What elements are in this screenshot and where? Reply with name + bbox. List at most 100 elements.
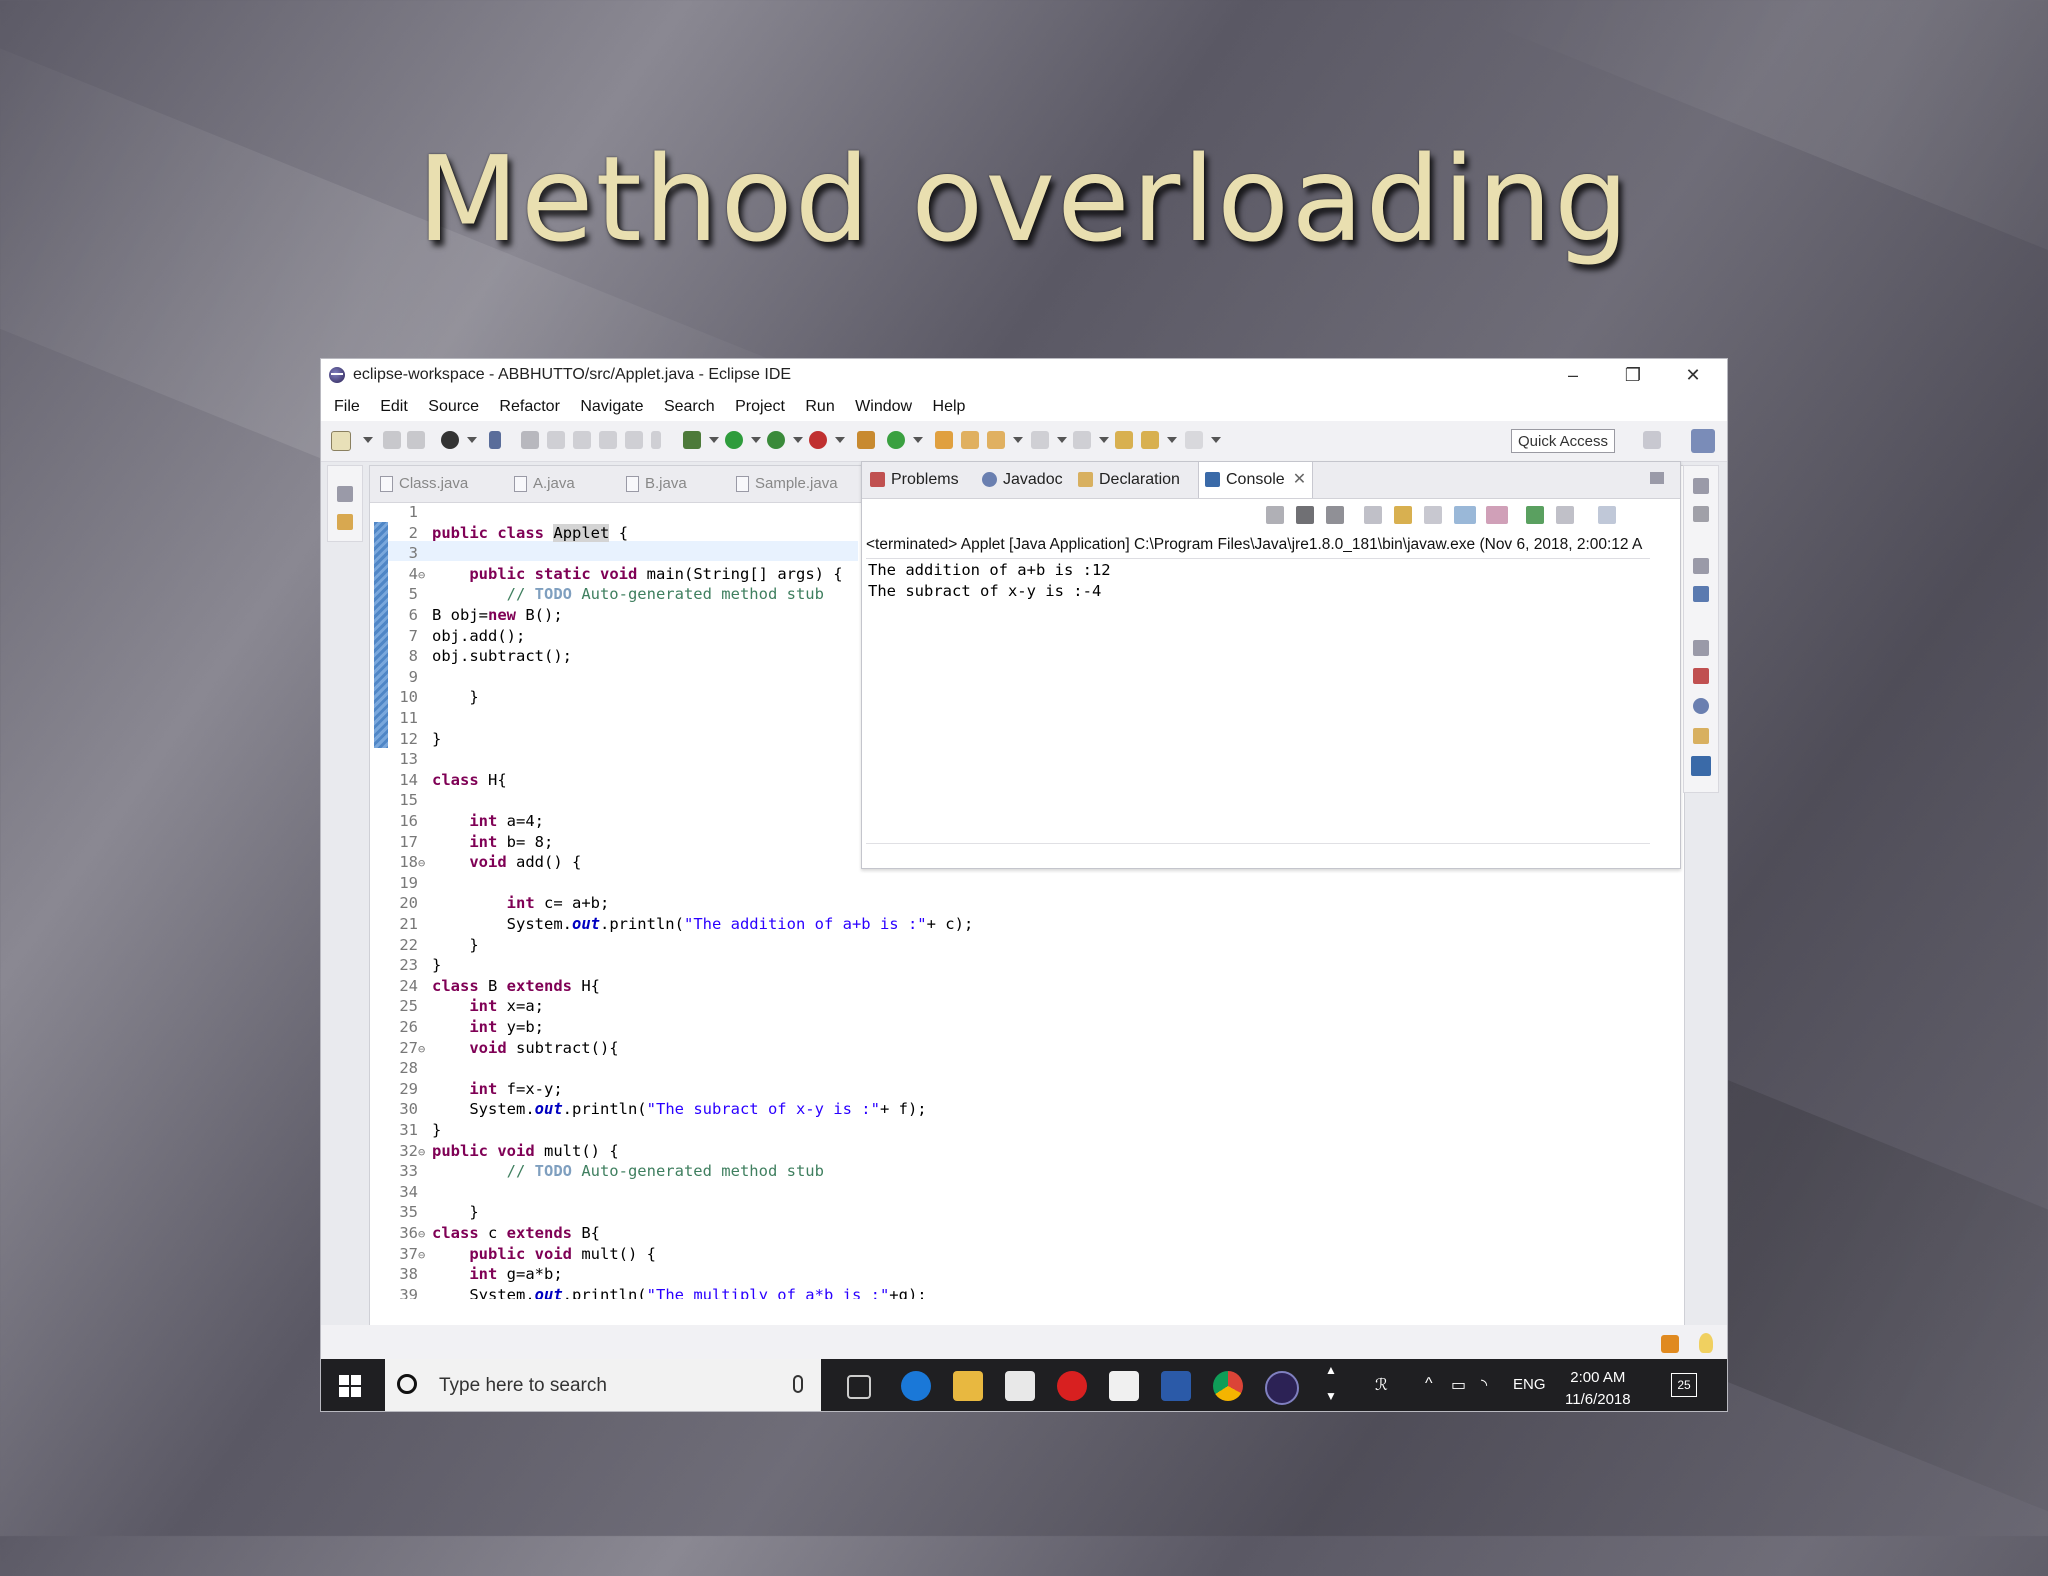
code-line[interactable]: 34: [388, 1183, 432, 1203]
menu-run[interactable]: Run: [802, 398, 837, 416]
code-line[interactable]: 32⊖ public void mult() {: [388, 1142, 618, 1162]
code-line[interactable]: 37⊖ public void mult() {: [388, 1245, 656, 1265]
console-icon[interactable]: [1691, 756, 1711, 776]
code-line[interactable]: 9: [388, 668, 432, 688]
menu-search[interactable]: Search: [661, 398, 718, 416]
code-line[interactable]: 2 public class Applet {: [388, 523, 628, 544]
code-line[interactable]: 6 B obj=new B();: [388, 606, 563, 626]
opera-icon[interactable]: [1057, 1371, 1087, 1401]
block-icon[interactable]: [599, 431, 617, 449]
lightbulb-icon[interactable]: [1699, 1333, 1713, 1353]
fold-toggle-icon[interactable]: ⊖: [418, 856, 432, 870]
code-line[interactable]: 36⊖ class c extends B{: [388, 1224, 600, 1244]
external-tools-icon[interactable]: [809, 431, 827, 449]
annotation-icon[interactable]: [521, 431, 539, 449]
restore-icon[interactable]: [1693, 640, 1709, 656]
chevron-down-icon[interactable]: [793, 437, 803, 443]
code-line[interactable]: 13: [388, 750, 432, 770]
pin-console-icon[interactable]: [1526, 506, 1544, 524]
code-line[interactable]: 1: [388, 503, 432, 523]
chevron-down-icon[interactable]: ▼: [1325, 1389, 1337, 1403]
code-line[interactable]: 10 }: [388, 688, 478, 708]
code-line[interactable]: 23}: [388, 956, 441, 976]
restore-icon[interactable]: [1693, 558, 1709, 574]
eclipse-taskbar-icon[interactable]: [1265, 1371, 1299, 1405]
chevron-down-icon[interactable]: [467, 437, 477, 443]
battery-icon[interactable]: ▭: [1451, 1375, 1466, 1395]
menu-navigate[interactable]: Navigate: [577, 398, 646, 416]
console-vertical-scrollbar[interactable]: [1652, 558, 1666, 848]
menu-refactor[interactable]: Refactor: [496, 398, 562, 416]
chevron-down-icon[interactable]: [363, 437, 373, 443]
code-line[interactable]: 21 System.out.println("The addition of a…: [388, 915, 973, 935]
people-icon[interactable]: ℛ: [1375, 1375, 1388, 1395]
next-annotation-icon[interactable]: [1031, 431, 1049, 449]
terminate-icon[interactable]: [1266, 506, 1284, 524]
forward-icon[interactable]: [1185, 431, 1203, 449]
menu-window[interactable]: Window: [852, 398, 915, 416]
code-line[interactable]: 39 System.out.println("The multiply of a…: [388, 1286, 926, 1299]
code-line[interactable]: 28: [388, 1059, 432, 1079]
tab-class-java[interactable]: Class.java: [380, 466, 468, 502]
new-class-icon[interactable]: [887, 431, 905, 449]
code-line[interactable]: 14 class H{: [388, 771, 506, 791]
fold-toggle-icon[interactable]: ⊖: [418, 1227, 432, 1241]
tab-declaration[interactable]: Declaration: [1078, 462, 1180, 498]
code-line[interactable]: 27⊖ void subtract(){: [388, 1039, 618, 1059]
close-icon[interactable]: ✕: [1293, 471, 1306, 488]
last-edit-icon[interactable]: [1115, 431, 1133, 449]
windows-start-icon[interactable]: [339, 1375, 361, 1397]
code-line[interactable]: 3: [388, 544, 432, 564]
console-horizontal-scrollbar[interactable]: [866, 843, 1650, 858]
save-icon[interactable]: [383, 431, 401, 449]
tab-a-java[interactable]: A.java: [514, 466, 575, 502]
profile-icon[interactable]: [441, 431, 459, 449]
microphone-icon[interactable]: [793, 1375, 803, 1393]
tab-problems[interactable]: Problems: [870, 462, 959, 498]
console-output[interactable]: The addition of a+b is :12 The subract o…: [866, 558, 1650, 849]
code-line[interactable]: 4⊖ public static void main(String[] args…: [388, 565, 843, 585]
tab-console[interactable]: Console ✕: [1198, 462, 1314, 498]
toggle-icon[interactable]: [625, 431, 643, 449]
word-icon[interactable]: [1161, 1371, 1191, 1401]
tab-b-java[interactable]: B.java: [626, 466, 687, 502]
show-stdout-icon[interactable]: [1454, 506, 1476, 524]
language-indicator[interactable]: ENG: [1513, 1376, 1546, 1393]
code-line[interactable]: 22 }: [388, 936, 478, 956]
code-line[interactable]: 35 }: [388, 1203, 478, 1223]
clear-console-icon[interactable]: [1364, 506, 1382, 524]
chevron-down-icon[interactable]: [1099, 437, 1109, 443]
file-explorer-icon[interactable]: [953, 1371, 983, 1401]
java-perspective-icon[interactable]: [1691, 429, 1715, 453]
code-line[interactable]: 33 // TODO Auto-generated method stub: [388, 1162, 824, 1182]
code-line[interactable]: 26 int y=b;: [388, 1018, 544, 1038]
menu-edit[interactable]: Edit: [377, 398, 411, 416]
code-line[interactable]: 31}: [388, 1121, 441, 1141]
fold-toggle-icon[interactable]: ⊖: [418, 1042, 432, 1056]
mail-icon[interactable]: [1109, 1371, 1139, 1401]
remove-all-icon[interactable]: [1326, 506, 1344, 524]
tab-javadoc[interactable]: Javadoc: [982, 462, 1063, 498]
new-icon[interactable]: [331, 431, 351, 451]
quick-access-input[interactable]: Quick Access: [1511, 429, 1615, 453]
save-all-icon[interactable]: [407, 431, 425, 449]
chevron-down-icon[interactable]: [913, 437, 923, 443]
code-line[interactable]: 18⊖ void add() {: [388, 853, 581, 873]
edit-icon[interactable]: [573, 431, 591, 449]
chevron-down-icon[interactable]: [751, 437, 761, 443]
skip-breakpoints-icon[interactable]: [489, 431, 501, 449]
code-line[interactable]: 17 int b= 8;: [388, 833, 553, 853]
run-icon[interactable]: [725, 431, 743, 449]
fold-toggle-icon[interactable]: ⊖: [418, 568, 432, 582]
at-icon[interactable]: [1693, 698, 1709, 714]
menu-file[interactable]: File: [331, 398, 363, 416]
code-line[interactable]: 7 obj.add();: [388, 627, 526, 647]
open-type-icon[interactable]: [935, 431, 953, 449]
restore-icon[interactable]: [1693, 478, 1709, 494]
close-button[interactable]: ✕: [1663, 359, 1723, 391]
code-line[interactable]: 24 class B extends H{: [388, 977, 600, 997]
word-wrap-icon[interactable]: [1424, 506, 1442, 524]
menu-help[interactable]: Help: [930, 398, 969, 416]
minimize-button[interactable]: –: [1543, 359, 1603, 391]
code-line[interactable]: 5 // TODO Auto-generated method stub: [388, 585, 824, 605]
